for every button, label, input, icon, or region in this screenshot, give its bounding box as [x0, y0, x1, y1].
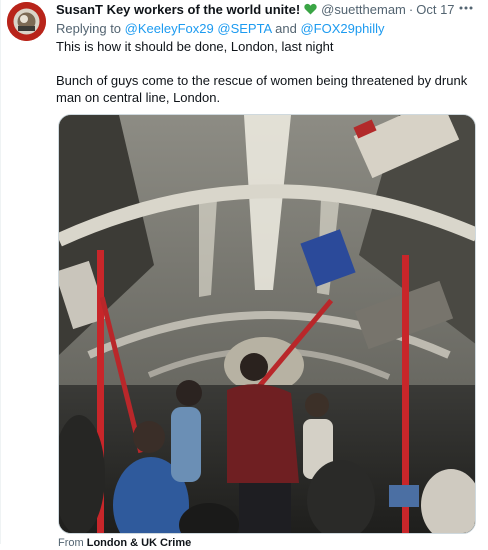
mention-link[interactable]: @SEPTA [217, 21, 271, 36]
from-prefix: From [58, 537, 84, 549]
avatar[interactable] [7, 2, 46, 41]
replying-to-line: Replying to @KeeleyFox29 @SEPTA and @FOX… [56, 20, 384, 38]
tweet-header: SusanT Key workers of the world unite! @s… [56, 1, 480, 19]
tweet-card[interactable]: SusanT Key workers of the world unite! @s… [0, 0, 488, 549]
more-options-icon[interactable] [458, 0, 474, 16]
timestamp[interactable]: Oct 17 [416, 2, 454, 17]
replying-prefix: Replying to [56, 21, 122, 36]
mention-link[interactable]: @KeeleyFox29 [125, 21, 214, 36]
separator-dot: · [408, 2, 414, 17]
green-heart-icon [304, 3, 317, 15]
display-name[interactable]: SusanT Key workers of the world unite! [56, 2, 300, 17]
tweet-text-line: Bunch of guys come to the rescue of wome… [56, 73, 468, 88]
user-handle[interactable]: @suetthemam [321, 2, 406, 17]
tweet-media-video[interactable] [58, 114, 476, 534]
avatar-image [7, 2, 46, 41]
media-source-link[interactable]: London & UK Crime [87, 537, 192, 549]
media-attribution: From London & UK Crime [58, 536, 191, 550]
subway-carriage-photo [59, 115, 475, 533]
tweet-text-line: This is how it should be done, London, l… [56, 39, 334, 54]
mention-joiner: and [275, 21, 297, 36]
mention-link[interactable]: @FOX29philly [300, 21, 384, 36]
tweet-text-line: man on central line, London. [56, 90, 221, 105]
